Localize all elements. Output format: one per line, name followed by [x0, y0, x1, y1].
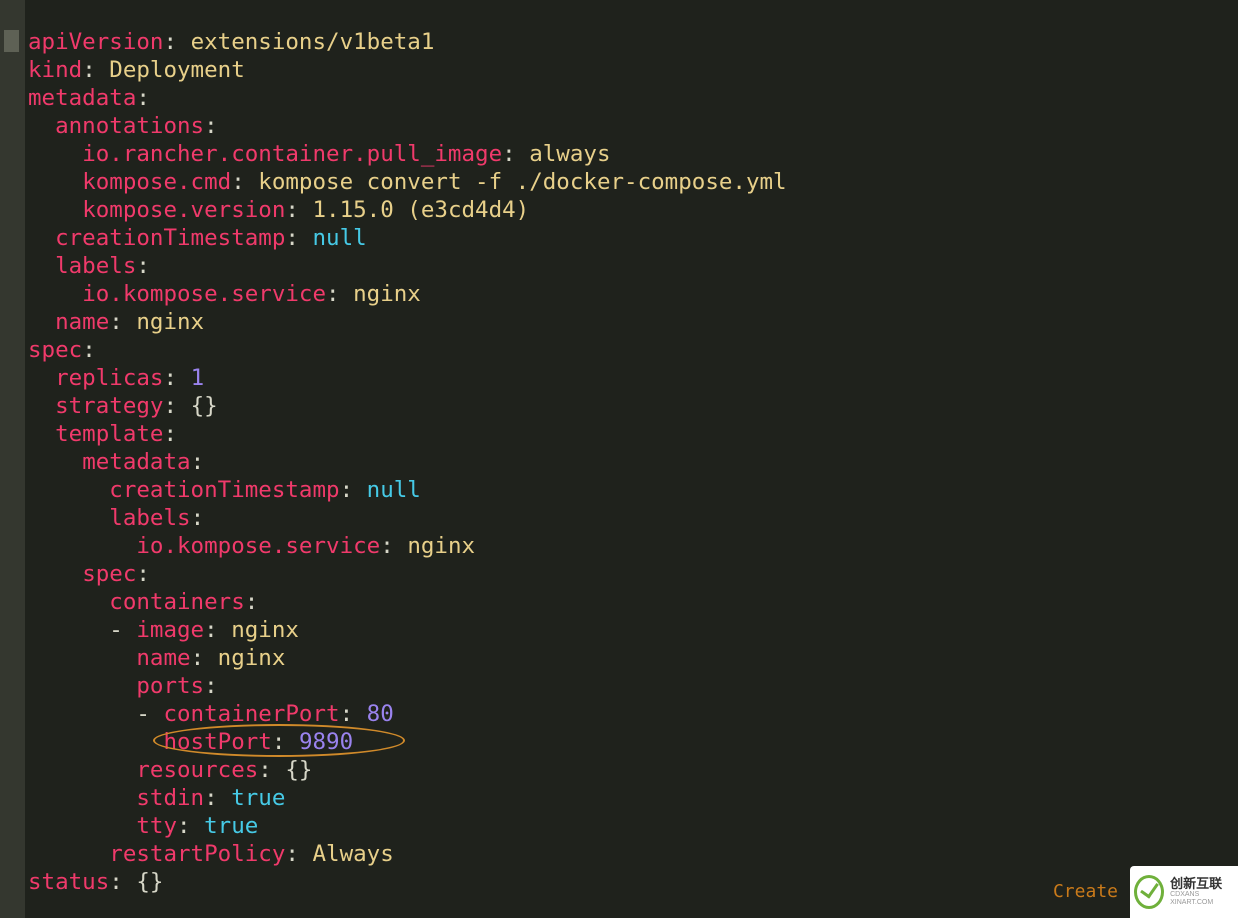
logo-text-main: 创新互联: [1170, 877, 1234, 891]
val-resources: {}: [285, 757, 312, 783]
val-anno-kompose-cmd: kompose convert -f ./docker-compose.yml: [258, 169, 786, 195]
key-ports: ports: [136, 673, 204, 699]
key-containerPort: containerPort: [163, 701, 339, 727]
key-tty: tty: [136, 813, 177, 839]
key-label-service: io.kompose.service: [82, 281, 326, 307]
key-stdin: stdin: [136, 785, 204, 811]
val-restartPolicy: Always: [312, 841, 393, 867]
key-kind: kind: [28, 57, 82, 83]
logo-check-icon: [1134, 875, 1164, 909]
val-cname: nginx: [218, 645, 286, 671]
val-tpl-label-service: nginx: [407, 533, 475, 559]
key-tpl-labels: labels: [109, 505, 190, 531]
val-creationTimestamp: null: [312, 225, 366, 251]
val-image: nginx: [231, 617, 299, 643]
key-name: name: [55, 309, 109, 335]
key-metadata: metadata: [28, 85, 136, 111]
key-labels: labels: [55, 253, 136, 279]
val-kind: Deployment: [109, 57, 244, 83]
key-tpl-spec: spec: [82, 561, 136, 587]
key-tpl-metadata: metadata: [82, 449, 190, 475]
key-replicas: replicas: [55, 365, 163, 391]
val-replicas: 1: [191, 365, 205, 391]
key-anno-pull-image: io.rancher.container.pull_image: [82, 141, 502, 167]
key-tpl-creationTimestamp: creationTimestamp: [109, 477, 339, 503]
key-anno-kompose-version: kompose.version: [82, 197, 285, 223]
key-apiVersion: apiVersion: [28, 29, 163, 55]
footer-link-create[interactable]: Create: [1053, 878, 1118, 906]
key-anno-kompose-cmd: kompose.cmd: [82, 169, 231, 195]
val-anno-pull-image: always: [529, 141, 610, 167]
cursor-block: [4, 30, 19, 52]
val-hostPort: 9890: [299, 729, 353, 755]
val-tpl-creationTimestamp: null: [367, 477, 421, 503]
key-strategy: strategy: [55, 393, 163, 419]
key-restartPolicy: restartPolicy: [109, 841, 285, 867]
val-strategy: {}: [191, 393, 218, 419]
key-annotations: annotations: [55, 113, 204, 139]
key-template: template: [55, 421, 163, 447]
editor-gutter: [0, 0, 25, 918]
val-name: nginx: [136, 309, 204, 335]
key-resources: resources: [136, 757, 258, 783]
key-containers: containers: [109, 589, 244, 615]
key-creationTimestamp: creationTimestamp: [55, 225, 285, 251]
key-tpl-label-service: io.kompose.service: [136, 533, 380, 559]
key-spec: spec: [28, 337, 82, 363]
key-cname: name: [136, 645, 190, 671]
val-stdin: true: [231, 785, 285, 811]
key-hostPort: hostPort: [163, 729, 271, 755]
val-label-service: nginx: [353, 281, 421, 307]
val-anno-kompose-version: 1.15.0 (e3cd4d4): [312, 197, 529, 223]
key-status: status: [28, 869, 109, 895]
key-image: image: [136, 617, 204, 643]
watermark-logo: 创新互联 CDXANS XINART.COM: [1130, 866, 1238, 918]
val-tty: true: [204, 813, 258, 839]
code-block[interactable]: apiVersion: extensions/v1beta1 kind: Dep…: [28, 28, 787, 896]
logo-text-sub: CDXANS XINART.COM: [1170, 891, 1234, 906]
val-status: {}: [136, 869, 163, 895]
val-apiVersion: extensions/v1beta1: [191, 29, 435, 55]
val-containerPort: 80: [367, 701, 394, 727]
